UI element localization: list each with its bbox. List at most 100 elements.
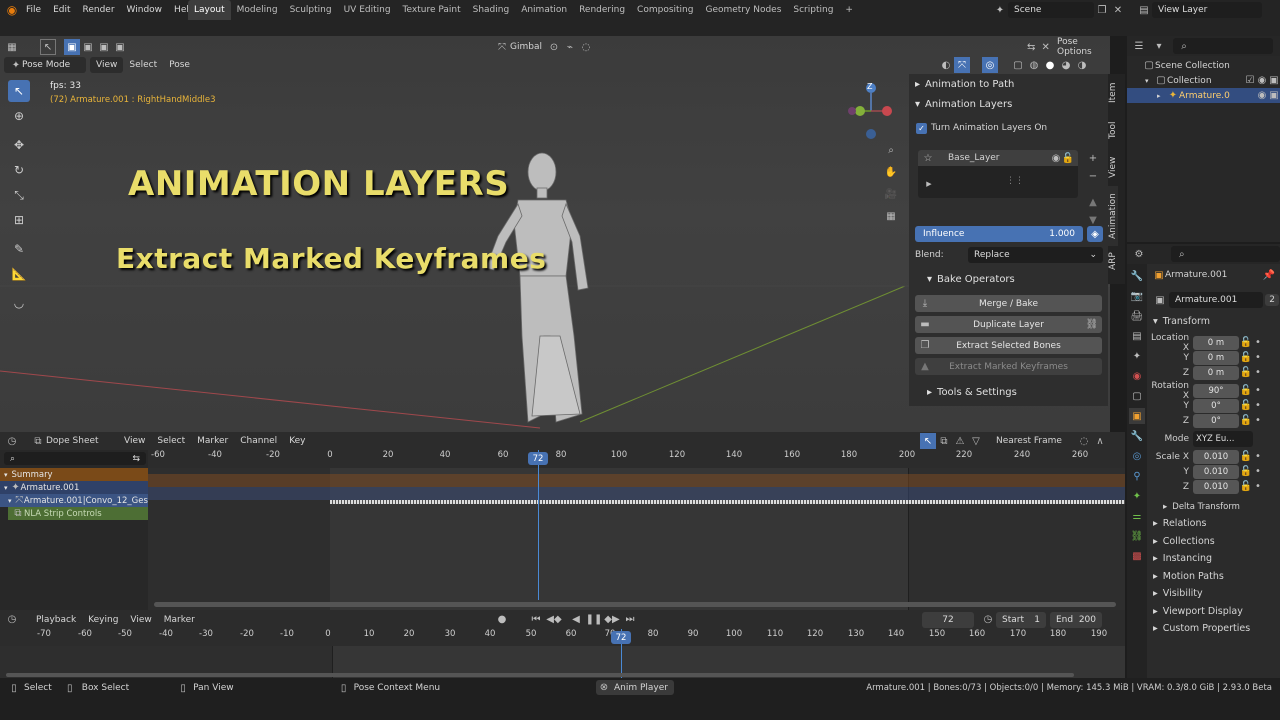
key-region[interactable]: -60 -40 -20 0 20 40 60 80 100 120 140 16… xyxy=(148,450,1125,610)
extract-selected-bones-button[interactable]: ❐ Extract Selected Bones xyxy=(915,337,1102,354)
motion-paths-header[interactable]: ▸ Motion Paths xyxy=(1153,568,1250,586)
pan-hand-icon[interactable]: ✋ xyxy=(883,164,899,180)
select-new-icon[interactable]: ▣ xyxy=(64,39,80,55)
anim-player-job[interactable]: ⊗ Anim Player xyxy=(596,680,674,695)
zoom-icon[interactable]: ⌕ xyxy=(883,142,899,158)
influence-keyframe-icon[interactable]: ◈ xyxy=(1087,226,1103,242)
orientation-dropdown[interactable]: Gimbal xyxy=(510,42,542,52)
animation-to-path-header[interactable]: ▸ Animation to Path xyxy=(909,74,1108,94)
duplicate-layer-button[interactable]: ▬ Duplicate Layer ⛓ xyxy=(915,316,1102,333)
current-frame-field[interactable]: 72 xyxy=(922,611,974,628)
prev-key-icon[interactable]: ◀◆ xyxy=(546,612,562,628)
keyframe-dot-icon[interactable]: • xyxy=(1253,383,1263,399)
sidebar-tab-arp[interactable]: ARP xyxy=(1108,246,1118,276)
blender-logo-icon[interactable]: ◉ xyxy=(4,2,20,18)
layer-row-base[interactable]: ☆ Base_Layer ◉ 🔓 xyxy=(918,150,1078,166)
sidebar-tab-tool[interactable]: Tool xyxy=(1108,112,1118,148)
scale-tool[interactable]: ⤡ xyxy=(8,184,30,206)
view-layer-tab-icon[interactable]: ▤ xyxy=(1129,328,1145,344)
only-errors-icon[interactable]: ⚠ xyxy=(952,433,968,449)
tab-shading[interactable]: Shading xyxy=(467,0,516,20)
xray-icon[interactable]: ▢ xyxy=(1010,57,1026,73)
keyframe-dot-icon[interactable]: • xyxy=(1253,335,1263,351)
blend-dropdown[interactable]: Replace ⌄ xyxy=(968,247,1103,263)
select-subtract-icon[interactable]: ▣ xyxy=(96,39,112,55)
timeline-menu-playback[interactable]: Playback xyxy=(30,610,82,630)
end-frame-field[interactable]: End 200 xyxy=(1050,611,1102,628)
animation-layers-header[interactable]: ▾ Animation Layers xyxy=(909,94,1108,114)
outliner-filter-icon[interactable]: ▾ xyxy=(1151,38,1167,54)
dopesheet-mode-dropdown[interactable]: Dope Sheet xyxy=(46,436,118,446)
tab-animation[interactable]: Animation xyxy=(515,0,573,20)
select-extend-icon[interactable]: ▣ xyxy=(80,39,96,55)
tab-rendering[interactable]: Rendering xyxy=(573,0,631,20)
tab-modeling[interactable]: Modeling xyxy=(231,0,284,20)
constraints-tab-icon[interactable]: ⚲ xyxy=(1129,468,1145,484)
scale-x-field[interactable]: 0.010 xyxy=(1193,449,1239,464)
layer-lock-icon[interactable]: 🔓 xyxy=(1062,150,1074,166)
outliner-row-armature[interactable]: ▸ ✦ Armature.0 ◉ ▣ xyxy=(1127,88,1280,103)
scale-z-field[interactable]: 0.010 xyxy=(1193,479,1239,494)
keyframe-dot-icon[interactable]: • xyxy=(1253,464,1263,480)
instancing-header[interactable]: ▸ Instancing xyxy=(1153,550,1250,568)
menu-edit[interactable]: Edit xyxy=(47,0,76,20)
view-layer-field[interactable]: View Layer xyxy=(1152,2,1262,18)
output-tab-icon[interactable]: 🖨 xyxy=(1129,308,1145,324)
pivot-icon[interactable]: ⊙ xyxy=(546,39,562,55)
pose-x-mirror-icon[interactable]: ⇆ xyxy=(1024,39,1039,55)
perspective-grid-icon[interactable]: ▦ xyxy=(883,208,899,224)
keyframe-dot-icon[interactable]: • xyxy=(1253,413,1263,429)
visibility-header[interactable]: ▸ Visibility xyxy=(1153,585,1250,603)
menu-file[interactable]: File xyxy=(20,0,47,20)
location-z-field[interactable]: 0 m xyxy=(1193,365,1239,380)
tab-compositing[interactable]: Compositing xyxy=(631,0,699,20)
only-selected-icon[interactable]: ↖ xyxy=(920,433,936,449)
frame-ruler[interactable]: -60 -40 -20 0 20 40 60 80 100 120 140 16… xyxy=(148,450,1125,468)
proportional-edit-icon[interactable]: ◌ xyxy=(1076,433,1092,449)
view-layer-icon[interactable]: ▤ xyxy=(1136,2,1152,18)
bone-constraint-tab-icon[interactable]: ⛓ xyxy=(1129,528,1145,544)
lock-icon[interactable]: 🔓 xyxy=(1239,398,1253,414)
dopesheet-menu-channel[interactable]: Channel xyxy=(234,431,283,451)
object-data-icon[interactable]: ▣ xyxy=(1153,292,1167,308)
transform-tool[interactable]: ⊞ xyxy=(8,209,30,231)
rotation-mode-dropdown[interactable]: XYZ Eu... xyxy=(1193,430,1253,447)
tab-sculpting[interactable]: Sculpting xyxy=(284,0,338,20)
viewport-menu-pose[interactable]: Pose xyxy=(163,55,196,75)
cancel-job-icon[interactable]: ⊗ xyxy=(598,680,610,696)
visibility-icon[interactable]: ◐ xyxy=(938,57,954,73)
delta-transform-header[interactable]: ▸ Delta Transform xyxy=(1163,498,1240,516)
channel-summary[interactable]: ▾ Summary xyxy=(0,468,148,481)
curve-icon[interactable]: ∧ xyxy=(1092,433,1108,449)
armature-eye-icon[interactable]: ◉ xyxy=(1256,88,1268,104)
keyframe-dot-icon[interactable]: • xyxy=(1253,398,1263,414)
keyframe-dot-icon[interactable]: • xyxy=(1253,350,1263,366)
bone-tab-icon[interactable]: ⚌ xyxy=(1129,508,1145,524)
transform-header[interactable]: ▾ Transform xyxy=(1153,313,1210,331)
lock-icon[interactable]: 🔓 xyxy=(1239,383,1253,399)
lock-icon[interactable]: 🔓 xyxy=(1239,464,1253,480)
collection-checkbox-icon[interactable]: ☑ xyxy=(1244,73,1256,89)
timeline-menu-view[interactable]: View xyxy=(124,610,157,630)
menu-render[interactable]: Render xyxy=(77,0,121,20)
object-tab-icon[interactable]: ▣ xyxy=(1129,408,1145,424)
dopesheet-menu-marker[interactable]: Marker xyxy=(191,431,234,451)
gizmo-toggle-icon[interactable]: ⤧ xyxy=(954,57,970,73)
delete-scene-icon[interactable]: ✕ xyxy=(1110,2,1126,18)
dopesheet-scrollbar[interactable] xyxy=(154,602,1116,607)
texture-tab-icon[interactable]: ▩ xyxy=(1129,548,1145,564)
layer-visibility-icon[interactable]: ◉ xyxy=(1050,150,1062,166)
select-mode-icon[interactable]: ↖ xyxy=(40,39,56,55)
list-expand-icon[interactable]: ▶ xyxy=(924,176,934,192)
scale-y-field[interactable]: 0.010 xyxy=(1193,464,1239,479)
dopesheet-menu-view[interactable]: View xyxy=(118,431,151,451)
lock-icon[interactable]: 🔓 xyxy=(1239,413,1253,429)
solid-shading-icon[interactable]: ● xyxy=(1042,57,1058,73)
keyframe-dot-icon[interactable]: • xyxy=(1253,449,1263,465)
timeline-menu-marker[interactable]: Marker xyxy=(158,610,201,630)
influence-slider[interactable]: Influence 1.000 xyxy=(915,226,1083,242)
scene-tab-icon[interactable]: ✦ xyxy=(1129,348,1145,364)
properties-search-input[interactable]: ⌕ xyxy=(1170,246,1280,262)
pose-close-icon[interactable]: ✕ xyxy=(1039,39,1054,55)
editor-type-icon[interactable]: ▦ xyxy=(4,39,20,55)
